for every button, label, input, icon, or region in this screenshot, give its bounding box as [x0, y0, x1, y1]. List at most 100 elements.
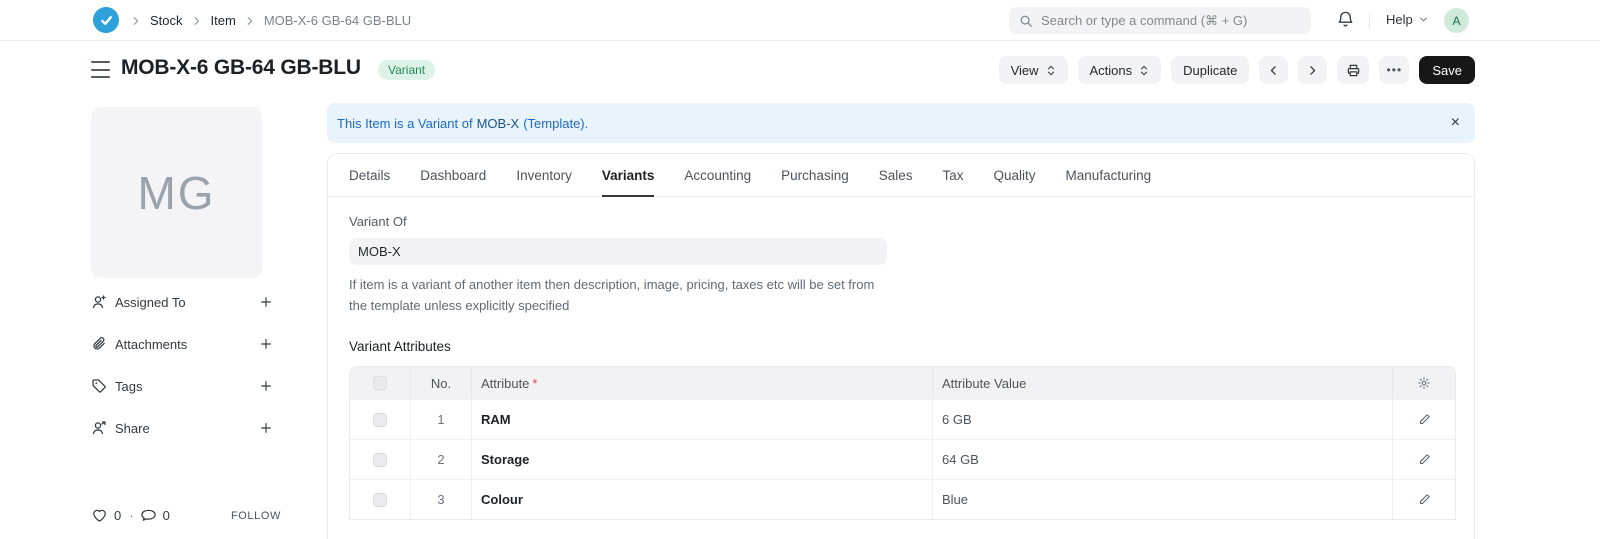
select-chevrons-icon	[1046, 64, 1056, 77]
tab-variants[interactable]: Variants	[602, 154, 655, 196]
attribute-cell: Colour	[472, 480, 933, 519]
attribute-value-cell: 6 GB	[933, 400, 1393, 439]
gear-icon	[1417, 376, 1431, 390]
user-avatar[interactable]: A	[1444, 8, 1469, 33]
edit-row-button[interactable]	[1393, 400, 1455, 439]
add-tag-button[interactable]	[259, 379, 273, 393]
image-initials: MG	[137, 166, 215, 220]
attribute-cell: Storage	[472, 440, 933, 479]
sidebar-toggle-icon[interactable]	[91, 61, 110, 78]
breadcrumb-current: MOB-X-6 GB-64 GB-BLU	[264, 13, 411, 28]
grid-header-row: No. Attribute* Attribute Value	[350, 367, 1455, 399]
page-title: MOB-X-6 GB-64 GB-BLU	[121, 56, 361, 80]
tab-dashboard[interactable]: Dashboard	[420, 154, 486, 196]
comments-icon[interactable]	[140, 507, 157, 524]
edit-row-button[interactable]	[1393, 480, 1455, 519]
row-index: 2	[411, 440, 472, 479]
grid-settings-button[interactable]	[1393, 367, 1455, 399]
help-menu[interactable]: Help	[1386, 12, 1429, 27]
required-marker: *	[532, 376, 537, 391]
paperclip-icon	[91, 336, 107, 352]
edit-row-button[interactable]	[1393, 440, 1455, 479]
tab-quality[interactable]: Quality	[994, 154, 1036, 196]
tab-details[interactable]: Details	[349, 154, 390, 196]
item-image-placeholder[interactable]: MG	[91, 107, 262, 278]
breadcrumb-stock[interactable]: Stock	[150, 13, 183, 28]
next-record-button[interactable]	[1298, 56, 1327, 84]
grid-row-storage: 2 Storage 64 GB	[350, 439, 1455, 479]
sidebar-label: Assigned To	[115, 295, 186, 310]
breadcrumb: Stock Item MOB-X-6 GB-64 GB-BLU	[129, 0, 411, 41]
print-button[interactable]	[1337, 56, 1369, 84]
sidebar-item-tags: Tags	[91, 378, 273, 394]
app-logo[interactable]	[93, 7, 119, 33]
notifications-bell-icon[interactable]	[1336, 10, 1355, 34]
erpnext-item-page: Stock Item MOB-X-6 GB-64 GB-BLU Help A M…	[0, 0, 1600, 539]
plus-icon	[259, 337, 273, 351]
tab-manufacturing[interactable]: Manufacturing	[1066, 154, 1152, 196]
row-index: 1	[411, 400, 472, 439]
chevron-right-icon	[243, 14, 257, 28]
attribute-cell: RAM	[472, 400, 933, 439]
variant-of-label: Variant Of	[349, 214, 1454, 229]
save-label: Save	[1432, 63, 1462, 78]
duplicate-label: Duplicate	[1183, 63, 1237, 78]
form-card: Details Dashboard Inventory Variants Acc…	[327, 153, 1475, 539]
close-icon[interactable]: ×	[1451, 115, 1460, 131]
like-count: 0	[114, 508, 121, 523]
help-label: Help	[1386, 12, 1413, 27]
banner-template-link[interactable]: (Template).	[523, 116, 588, 131]
chevron-right-icon	[129, 14, 143, 28]
avatar-initial: A	[1452, 14, 1460, 28]
printer-icon	[1346, 63, 1361, 78]
search-icon	[1019, 14, 1033, 28]
select-chevrons-icon	[1139, 64, 1149, 77]
add-share-button[interactable]	[259, 421, 273, 435]
pencil-icon	[1418, 493, 1431, 506]
variant-info-banner: This Item is a Variant of MOB-X (Templat…	[327, 103, 1475, 143]
sidebar-item-assigned-to: Assigned To	[91, 294, 273, 310]
chevron-left-icon	[1267, 64, 1280, 77]
tab-accounting[interactable]: Accounting	[684, 154, 751, 196]
actions-button[interactable]: Actions	[1078, 56, 1162, 84]
add-assignment-button[interactable]	[259, 295, 273, 309]
search-input[interactable]	[1041, 13, 1291, 28]
row-checkbox[interactable]	[373, 413, 387, 427]
navbar-divider	[1369, 12, 1370, 29]
tab-tax[interactable]: Tax	[943, 154, 964, 196]
sidebar-item-attachments: Attachments	[91, 336, 273, 352]
add-attachment-button[interactable]	[259, 337, 273, 351]
sidebar-label: Tags	[115, 379, 142, 394]
variant-attributes-heading: Variant Attributes	[349, 339, 1454, 354]
tag-icon	[91, 378, 107, 394]
previous-record-button[interactable]	[1259, 56, 1288, 84]
save-button[interactable]: Save	[1419, 56, 1475, 84]
breadcrumb-item[interactable]: Item	[211, 13, 236, 28]
comment-count: 0	[163, 508, 170, 523]
check-logo-icon	[99, 13, 114, 28]
row-checkbox[interactable]	[373, 453, 387, 467]
sidebar-item-share: Share	[91, 420, 273, 436]
plus-icon	[259, 379, 273, 393]
grid-row-ram: 1 RAM 6 GB	[350, 399, 1455, 439]
more-options-button[interactable]: •••	[1379, 56, 1409, 84]
pencil-icon	[1418, 453, 1431, 466]
view-button[interactable]: View	[999, 56, 1068, 84]
tab-inventory[interactable]: Inventory	[516, 154, 572, 196]
tab-sales[interactable]: Sales	[879, 154, 913, 196]
banner-template-name: MOB-X	[477, 116, 520, 131]
status-badge: Variant	[378, 60, 435, 80]
global-search[interactable]	[1009, 7, 1311, 34]
attribute-value-cell: Blue	[933, 480, 1393, 519]
row-checkbox[interactable]	[373, 493, 387, 507]
navbar: Stock Item MOB-X-6 GB-64 GB-BLU Help A	[0, 0, 1600, 41]
share-icon	[91, 420, 107, 436]
like-heart-icon[interactable]	[91, 507, 108, 524]
select-all-checkbox[interactable]	[373, 376, 387, 390]
pencil-icon	[1418, 413, 1431, 426]
follow-button[interactable]: FOLLOW	[231, 510, 281, 522]
duplicate-button[interactable]: Duplicate	[1171, 56, 1249, 84]
tab-purchasing[interactable]: Purchasing	[781, 154, 849, 196]
variant-of-input[interactable]	[349, 238, 887, 265]
chevron-right-icon	[190, 14, 204, 28]
